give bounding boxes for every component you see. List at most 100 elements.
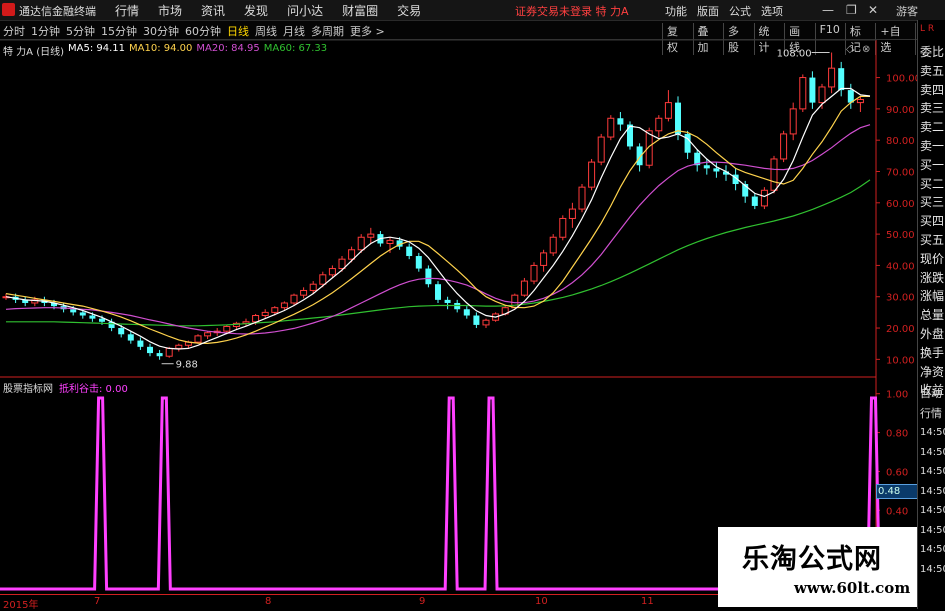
quote-side-panel: L R 委比 卖五 卖四 卖三 卖二 卖一 买一 买二 买三 买四 买五 现价 涨跌 涨幅 总量 外盘 换手 净资…: [917, 20, 945, 609]
date-label: 7: [94, 596, 101, 607]
candle-body: [607, 117, 615, 138]
panel-field-label: 涨幅: [920, 289, 945, 304]
candle-body: [252, 315, 260, 323]
stock-name: 特 力A (日线): [3, 47, 65, 58]
date-label: 11: [641, 596, 654, 607]
indicator-tick-label: 0.80: [886, 429, 908, 440]
candle-body: [559, 217, 567, 238]
candle-body: [165, 347, 173, 357]
panel-field-label: 现价: [920, 251, 945, 266]
panel-field-label: 委比: [920, 45, 945, 59]
candle-body: [271, 307, 279, 313]
panel-field-label: 卖三: [920, 101, 945, 116]
candle-body: [463, 309, 470, 316]
panel-time-label: 14:50: [920, 563, 945, 575]
panel-mode-label[interactable]: 行情: [920, 406, 942, 421]
candle-body: [367, 233, 375, 238]
high-price-label: 108.00: [777, 49, 812, 60]
candle-body: [664, 102, 672, 119]
panel-field-label: 卖一: [920, 139, 945, 153]
candle-body: [588, 161, 596, 188]
panel-time-label: 14:50: [920, 446, 945, 458]
candle-body: [386, 239, 394, 245]
candle-body: [799, 77, 807, 110]
panel-field-label: 卖五: [920, 63, 945, 78]
ma10-value: MA10: 94.00: [129, 43, 193, 54]
candle-body: [223, 325, 231, 332]
candle-body: [444, 299, 451, 303]
candle-body: [540, 252, 548, 266]
panel-time-label: 14:50: [920, 485, 945, 497]
candle-body: [473, 315, 480, 325]
diamond-icon[interactable]: ◇: [846, 44, 854, 55]
candle-body: [435, 284, 441, 300]
panel-field-label: 买三: [920, 195, 945, 210]
candle-body: [415, 256, 422, 269]
candle-body: [99, 318, 105, 322]
candle-body: [760, 189, 768, 207]
price-tick-label: 20.00: [886, 324, 915, 335]
candle-body: [627, 124, 633, 147]
price-tick-label: 80.00: [886, 136, 915, 147]
candle-body: [568, 208, 576, 219]
date-label: 8: [265, 596, 272, 607]
candle-body: [147, 346, 153, 354]
candle-body: [703, 165, 710, 169]
candle-body: [809, 77, 816, 103]
panel-time-label: 14:50: [920, 505, 945, 516]
candle-body: [300, 289, 308, 296]
panel-time-label: 14:50: [920, 466, 945, 477]
candle-body: [482, 319, 490, 326]
panel-field-label: 买四: [920, 214, 945, 229]
indicator-tick-label: 0.40: [886, 506, 908, 517]
panel-mode-label[interactable]: 自动: [920, 386, 942, 401]
watermark: 乐淘公式网 www.60lt.com: [718, 527, 917, 607]
candle-body: [838, 68, 845, 91]
candle-body: [156, 353, 163, 357]
price-tick-label: 70.00: [886, 167, 915, 178]
panel-time-label: 14:50: [920, 427, 945, 438]
candle-body: [684, 133, 691, 153]
candle-body: [175, 344, 183, 349]
candle-body: [578, 186, 586, 210]
candle-body: [597, 136, 605, 163]
panel-field-label: 卖四: [920, 82, 945, 97]
ma10-line: [5, 95, 870, 345]
panel-field-label: 外盘: [920, 327, 945, 341]
panel-field-label: 换手: [920, 345, 945, 360]
candle-body: [549, 236, 557, 254]
candle-body: [425, 268, 432, 285]
candle-body: [675, 102, 681, 134]
candle-body: [79, 312, 86, 316]
date-label: 9: [419, 596, 426, 607]
ma60-value: MA60: 67.33: [263, 43, 328, 54]
candle-body: [328, 268, 336, 276]
candle-body: [520, 280, 528, 296]
candle-body: [127, 334, 134, 341]
candle-body: [454, 302, 461, 310]
candle-body: [194, 335, 202, 343]
candle-body: [818, 86, 826, 104]
panel-top-marks[interactable]: L R: [920, 22, 934, 37]
price-tick-label: 60.00: [886, 199, 915, 210]
kline-chart[interactable]: 100.00 90.00 80.00 70.00 60.00 50.00 40.00 30.0…: [0, 0, 945, 609]
price-tick-label: 50.00: [886, 230, 915, 241]
indicator-name[interactable]: 股票指标网: [3, 380, 53, 395]
panel-time-label: 14:50: [920, 544, 945, 555]
candle-body: [348, 249, 356, 260]
candle-body: [280, 302, 288, 309]
candle-body: [357, 236, 365, 251]
indicator-value: 抵利谷击: 0.00: [59, 384, 128, 395]
panel-field-label: 买五: [920, 233, 945, 247]
candle-body: [828, 67, 836, 88]
candle-body: [137, 340, 144, 347]
close-panel-icon[interactable]: ⊗: [862, 44, 870, 55]
watermark-title: 乐淘公式网: [742, 544, 882, 575]
price-tick-label: 100.00: [886, 74, 921, 85]
panel-field-label: 总量: [920, 308, 945, 323]
panel-field-label: 买二: [920, 176, 945, 191]
candle-body: [770, 158, 778, 191]
low-price-label: 9.88: [176, 360, 198, 371]
panel-time-label: 14:50: [920, 524, 945, 536]
price-tick-label: 10.00: [886, 355, 915, 366]
